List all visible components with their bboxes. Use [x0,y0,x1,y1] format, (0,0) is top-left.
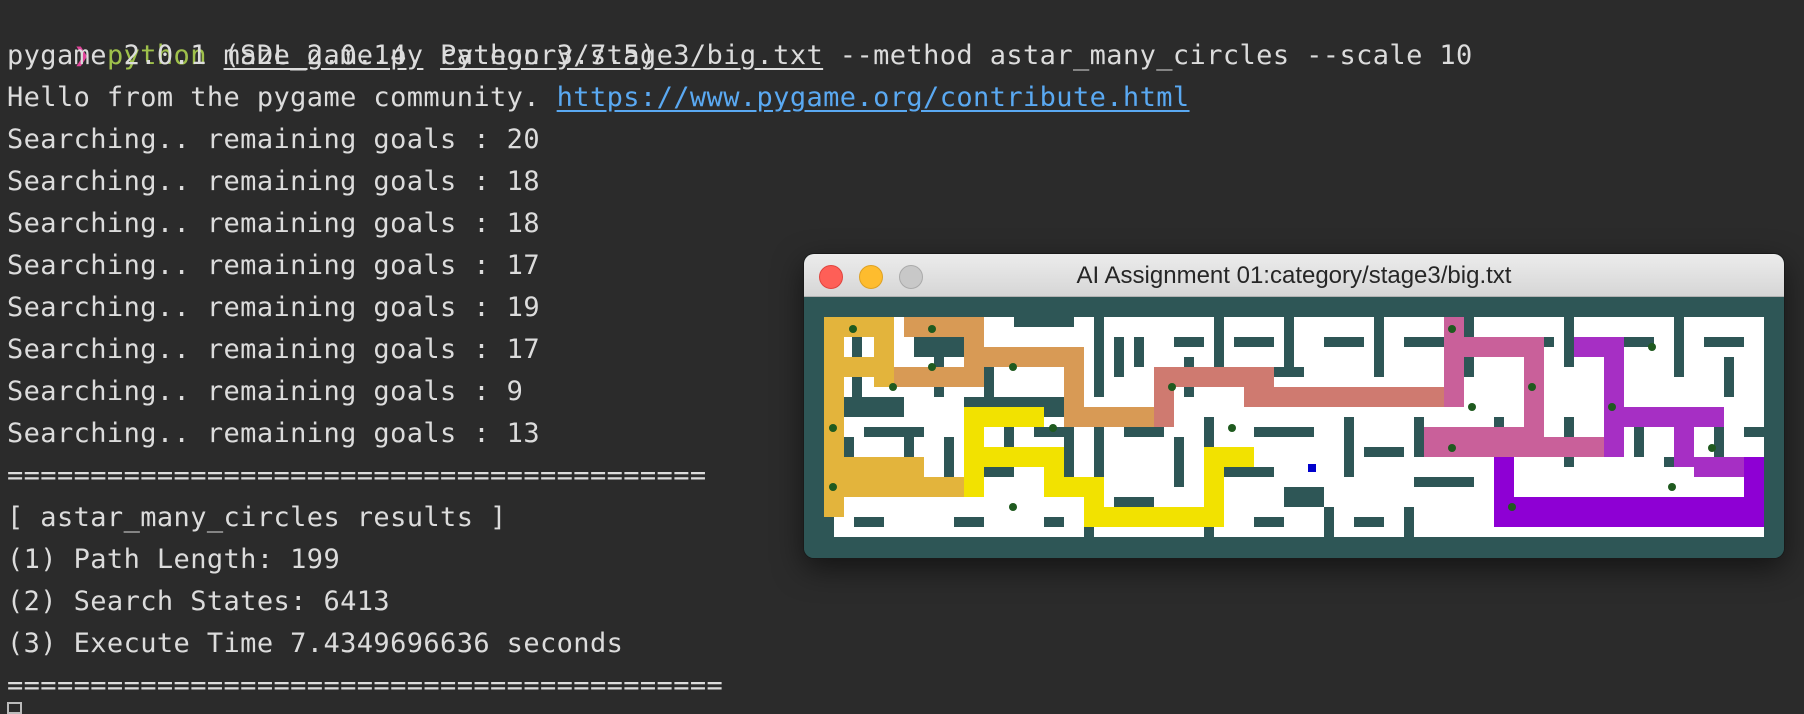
search-line: Searching.. remaining goals : 9 [7,376,524,407]
search-states-line: (2) Search States: 6413 [7,586,391,617]
search-line: Searching.. remaining goals : 19 [7,292,540,323]
search-line: Searching.. remaining goals : 17 [7,250,540,281]
command-options: --method astar_many_circles --scale 10 [839,40,1473,71]
command-line: ❯ python maze_game.py category/stage3/bi… [7,0,1473,71]
hello-line: Hello from the pygame community. https:/… [7,77,1190,119]
terminal-cursor [7,702,22,714]
maze-drawing [824,317,1764,547]
window-titlebar[interactable]: AI Assignment 01:category/stage3/big.txt [804,254,1784,297]
pygame-version-line: pygame 2.0.1 (SDL 2.0.14, Python 3.7.5) [7,40,657,71]
search-line: Searching.. remaining goals : 18 [7,166,540,197]
separator-line-end: ========================================… [7,670,724,701]
search-line: Searching.. remaining goals : 18 [7,208,540,239]
pygame-window[interactable]: AI Assignment 01:category/stage3/big.txt [804,254,1784,558]
search-line: Searching.. remaining goals : 17 [7,334,540,365]
maze-canvas[interactable] [804,297,1784,558]
execute-time-line: (3) Execute Time 7.4349696636 seconds [7,628,624,659]
pygame-contribute-link[interactable]: https://www.pygame.org/contribute.html [557,82,1190,113]
window-title: AI Assignment 01:category/stage3/big.txt [1076,262,1512,289]
agent-marker [1306,462,1318,474]
results-header: [ astar_many_circles results ] [7,502,507,533]
search-line: Searching.. remaining goals : 13 [7,418,540,449]
hello-text: Hello from the pygame community. [7,82,557,113]
path-length-line: (1) Path Length: 199 [7,544,341,575]
separator-line: ========================================… [7,460,707,491]
search-line: Searching.. remaining goals : 20 [7,124,540,155]
